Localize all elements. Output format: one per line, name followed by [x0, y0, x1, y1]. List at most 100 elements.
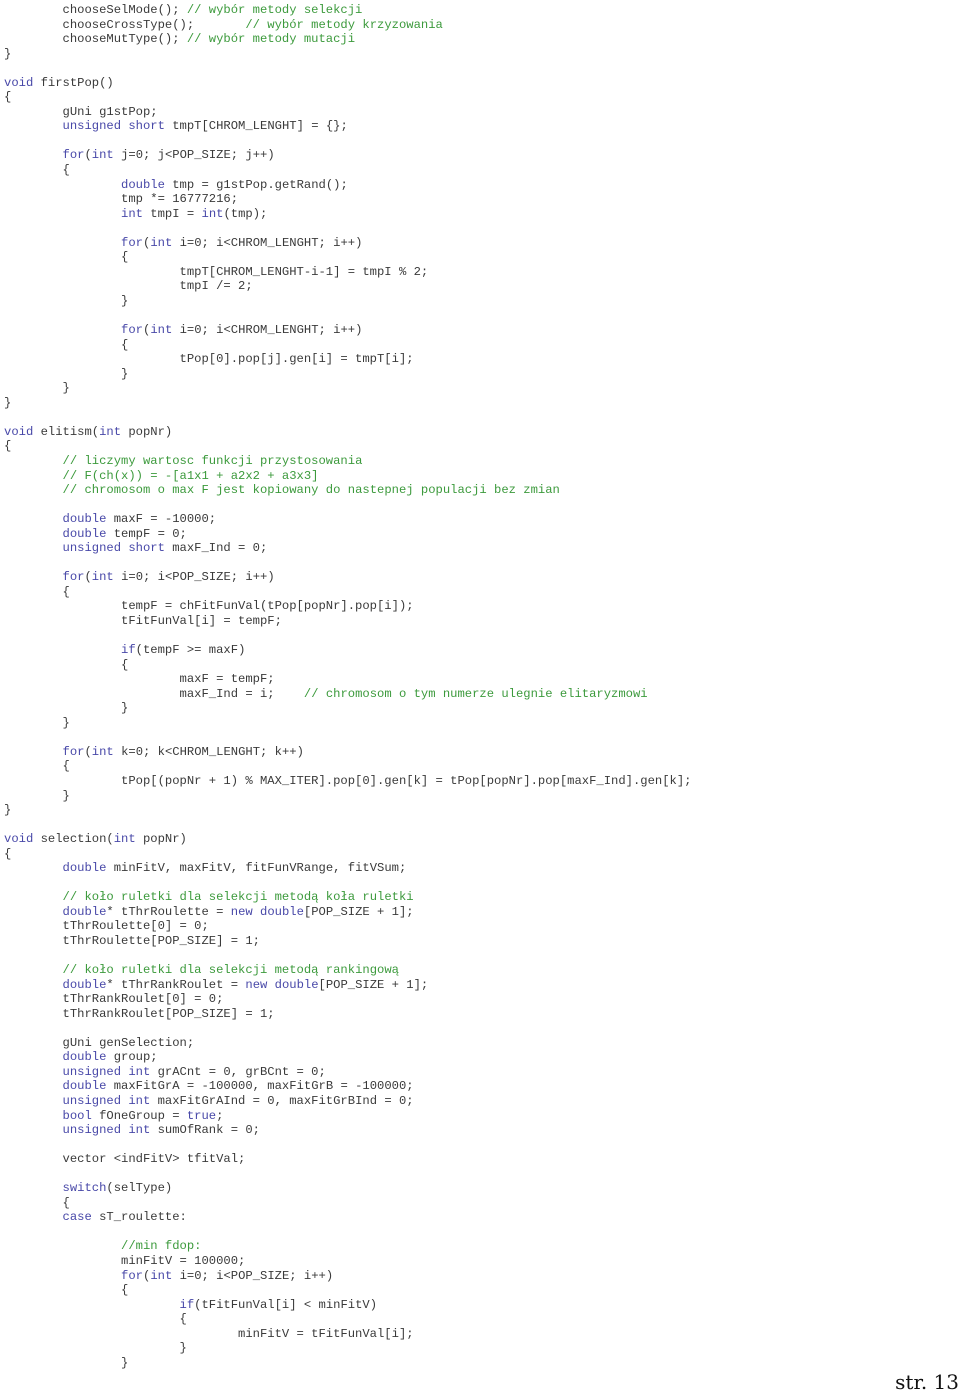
code-keyword: bool [62, 1108, 92, 1123]
code-line: if(tFitFunVal[i] < minFitV) [4, 1298, 692, 1313]
code-line: tmp *= 16777216; [4, 192, 692, 207]
code-line: switch(selType) [4, 1181, 692, 1196]
code-keyword: int [121, 206, 143, 221]
code-keyword: unsigned int [62, 1094, 151, 1109]
code-keyword: for [62, 148, 85, 163]
code-keyword: double [62, 526, 107, 541]
code-line: { [4, 90, 692, 105]
code-text: } [4, 803, 12, 818]
code-line: double* tThrRoulette = new double[POP_SI… [4, 905, 692, 920]
code-line: unsigned int sumOfRank = 0; [4, 1123, 692, 1138]
code-line: minFitV = tFitFunVal[i]; [4, 1327, 692, 1342]
code-text: minFitV = tFitFunVal[i]; [4, 1326, 414, 1341]
code-line: chooseSelMode(); // wybór metody selekcj… [4, 3, 692, 18]
code-line: tPop[(popNr + 1) % MAX_ITER].pop[0].gen[… [4, 773, 692, 789]
code-keyword: int [150, 323, 173, 338]
code-text: ( [84, 148, 92, 163]
code-keyword: case [62, 1210, 92, 1225]
code-comment: // wybór metody mutacji [186, 32, 356, 47]
code-text: sT_roulette: [91, 1210, 187, 1225]
code-text: ( [84, 744, 92, 759]
code-text: i=0; i<POP_SIZE; i++) [172, 1268, 334, 1283]
code-line: double tempF = 0; [4, 527, 692, 542]
code-line: for(int i=0; i<POP_SIZE; i++) [4, 570, 692, 585]
code-line: double tmp = g1stPop.getRand(); [4, 178, 692, 193]
code-text: chooseCrossType(); [4, 17, 246, 32]
code-line: double maxF = -10000; [4, 512, 692, 527]
code-line: minFitV = 100000; [4, 1254, 692, 1269]
code-keyword: if [179, 1297, 195, 1312]
code-text: group; [106, 1050, 158, 1065]
code-text: { [4, 759, 70, 774]
code-text: tmpI = [142, 206, 202, 221]
code-text: tThrRankRoulet[0] = 0; [4, 992, 224, 1007]
code-line: maxF = tempF; [4, 672, 692, 687]
code-line: unsigned int maxFitGrAInd = 0, maxFitGrB… [4, 1094, 692, 1109]
code-text: { [4, 250, 129, 265]
code-keyword: new double [245, 977, 319, 992]
code-line: { [4, 1312, 692, 1327]
code-text: } [4, 381, 70, 396]
code-line: for(int j=0; j<POP_SIZE; j++) [4, 148, 692, 163]
code-text: maxF_Ind = 0; [164, 541, 268, 556]
code-text: } [4, 46, 12, 61]
code-line: { [4, 163, 692, 178]
code-line: bool fOneGroup = true; [4, 1109, 692, 1124]
code-line: { [4, 338, 692, 353]
code-text: i=0; i<POP_SIZE; i++) [113, 570, 275, 585]
code-text: maxF = tempF; [4, 672, 275, 687]
code-line: tThrRankRoulet[POP_SIZE] = 1; [4, 1007, 692, 1022]
code-keyword: double [62, 904, 107, 919]
code-comment: //min fdop: [121, 1239, 202, 1254]
code-line: } [4, 47, 692, 62]
code-line: for(int i=0; i<CHROM_LENGHT; i++) [4, 236, 692, 251]
code-text: i=0; i<CHROM_LENGHT; i++) [172, 235, 363, 250]
code-text: j=0; j<POP_SIZE; j++) [113, 148, 275, 163]
code-text: popNr) [121, 424, 173, 439]
code-text: } [4, 1355, 129, 1370]
code-line: vector <indFitV> tfitVal; [4, 1152, 692, 1167]
code-line: } [4, 294, 692, 309]
code-keyword: void [4, 424, 34, 439]
code-line: { [4, 759, 692, 774]
code-text: } [4, 715, 70, 730]
code-text: * tThrRoulette = [106, 904, 231, 919]
code-text: (tempF >= maxF) [135, 643, 246, 658]
code-line: unsigned short tmpT[CHROM_LENGHT] = {}; [4, 119, 692, 134]
code-line: void elitism(int popNr) [4, 425, 692, 440]
code-keyword: double [121, 177, 165, 192]
code-line: } [4, 789, 692, 804]
code-line: void selection(int popNr) [4, 832, 692, 847]
code-text: tPop[(popNr + 1) % MAX_ITER].pop[0].gen[… [4, 773, 692, 788]
code-line: tmpI /= 2; [4, 279, 692, 294]
code-text: ; [216, 1108, 224, 1123]
code-comment: // koło ruletki dla selekcji metodą koła… [62, 890, 414, 905]
code-text: selection( [33, 832, 114, 847]
code-text: firstPop() [33, 75, 114, 90]
code-keyword: for [121, 1268, 143, 1283]
